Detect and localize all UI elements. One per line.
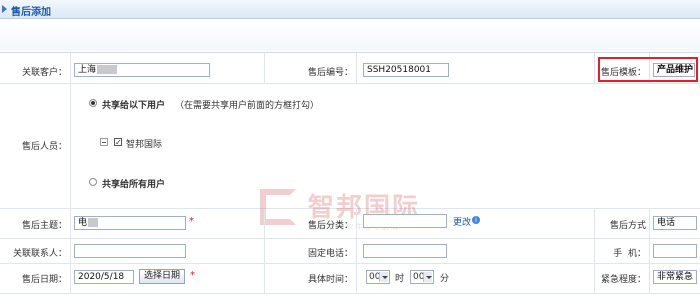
minute-unit: 分 [440,274,450,284]
tree-node-checkbox[interactable]: ✓ [114,138,122,147]
subject-input[interactable]: 电 [74,216,186,230]
share-selected-radio[interactable] [89,99,97,107]
tree-node-label: 智邦国际 [126,140,163,150]
method-label: 售后方式 [609,221,646,231]
tree-collapse-icon[interactable] [100,138,108,146]
template-highlight-box [598,57,698,82]
customer-input[interactable]: 上海 [74,63,210,77]
toolbar-area [0,19,700,51]
share-all-label: 共享给所有用户 [102,180,166,190]
minute-select[interactable]: 00 [410,270,434,284]
number-label: 售后编号： [307,68,353,78]
phone-label: 固定电话： [307,249,353,259]
subject-label: 售后主题： [21,221,67,231]
pick-date-button[interactable]: 选择日期 [139,269,186,284]
number-input[interactable]: SSH20518001 [363,63,449,77]
customer-label: 关联客户： [21,68,67,78]
contact-input[interactable] [74,244,186,258]
hour-unit: 时 [395,274,405,284]
category-input[interactable] [363,214,447,228]
category-label: 售后分类： [307,221,353,231]
page-title: 售后添加 [11,7,51,18]
row-date: 售后日期： 2020/5/18 选择日期 * 具体时间： 00 时 00 分 紧… [0,264,700,294]
urgency-select[interactable]: 非常紧急 [653,270,697,284]
title-arrow-icon [2,5,7,13]
share-selected-label: 共享给以下用户 [102,101,166,111]
share-all-radio[interactable] [89,178,97,186]
row-contact: 关联联系人： 固定电话： 手 机： [0,239,700,264]
personnel-label: 售后人员： [21,142,67,152]
hour-dropdown-icon [379,272,388,282]
phone-input[interactable] [363,244,447,258]
urgency-label: 紧急程度： [600,275,646,285]
mobile-label: 手 机： [613,249,646,259]
required-mark: * [190,270,195,281]
title-bar: 售后添加 [0,0,700,19]
row-customer: 关联客户： 上海 售后编号： SSH20518001 售后模板： 产品维护 [0,53,700,84]
info-icon[interactable]: i [472,216,480,224]
date-label: 售后日期： [21,275,67,285]
mobile-input[interactable] [653,244,697,258]
minute-dropdown-icon [423,272,432,282]
hour-select[interactable]: 00 [366,270,390,284]
time-label: 具体时间： [307,275,353,285]
method-select[interactable]: 电话 [653,216,697,230]
after-sales-form: 关联客户： 上海 售后编号： SSH20518001 售后模板： 产品维护 售后… [0,52,700,302]
change-link[interactable]: 更改 [453,215,471,228]
share-hint: （在需要共享用户前面的方框打勾） [175,101,320,111]
date-input[interactable]: 2020/5/18 [74,270,134,284]
required-mark: * [189,216,194,227]
contact-label: 关联联系人： [12,249,67,259]
row-subject: 售后主题： 电 * 售后分类： 更改 i 售后方式 电话 [0,209,700,239]
